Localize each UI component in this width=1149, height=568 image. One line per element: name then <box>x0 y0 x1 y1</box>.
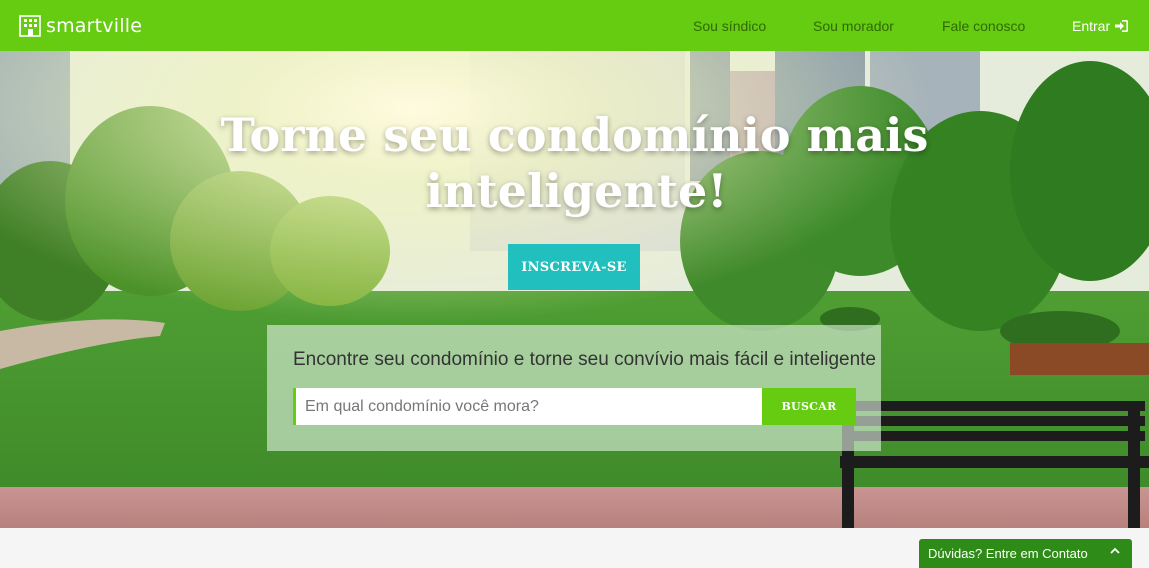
contact-chat-widget[interactable]: Dúvidas? Entre em Contato <box>919 539 1132 568</box>
condominium-search-input[interactable] <box>293 388 762 425</box>
login-link[interactable]: Entrar <box>1072 17 1129 34</box>
hero-section: Torne seu condomínio mais inteligente! I… <box>0 51 1149 528</box>
chevron-up-icon <box>1110 547 1120 554</box>
nav-link-sindico[interactable]: Sou síndico <box>693 18 766 34</box>
hero-title-line2: inteligente! <box>425 164 728 218</box>
top-navbar: smartville Sou síndico Sou morador Fale … <box>0 0 1149 51</box>
building-logo-icon <box>19 14 41 37</box>
logo-text: smartville <box>46 14 143 37</box>
search-heading: Encontre seu condomínio e torne seu conv… <box>293 349 876 370</box>
login-label: Entrar <box>1072 17 1111 34</box>
hero-title: Torne seu condomínio mais inteligente! <box>0 107 1149 219</box>
logo[interactable]: smartville <box>19 15 142 37</box>
signup-button[interactable]: INSCREVA-SE <box>508 244 640 290</box>
contact-widget-label: Dúvidas? Entre em Contato <box>928 546 1088 561</box>
hero-title-line1: Torne seu condomínio mais <box>220 108 929 162</box>
sign-in-icon <box>1115 19 1129 32</box>
nav-link-fale-conosco[interactable]: Fale conosco <box>942 18 1025 34</box>
search-panel: Encontre seu condomínio e torne seu conv… <box>267 325 881 451</box>
search-button[interactable]: BUSCAR <box>762 388 856 425</box>
nav-link-morador[interactable]: Sou morador <box>813 18 894 34</box>
